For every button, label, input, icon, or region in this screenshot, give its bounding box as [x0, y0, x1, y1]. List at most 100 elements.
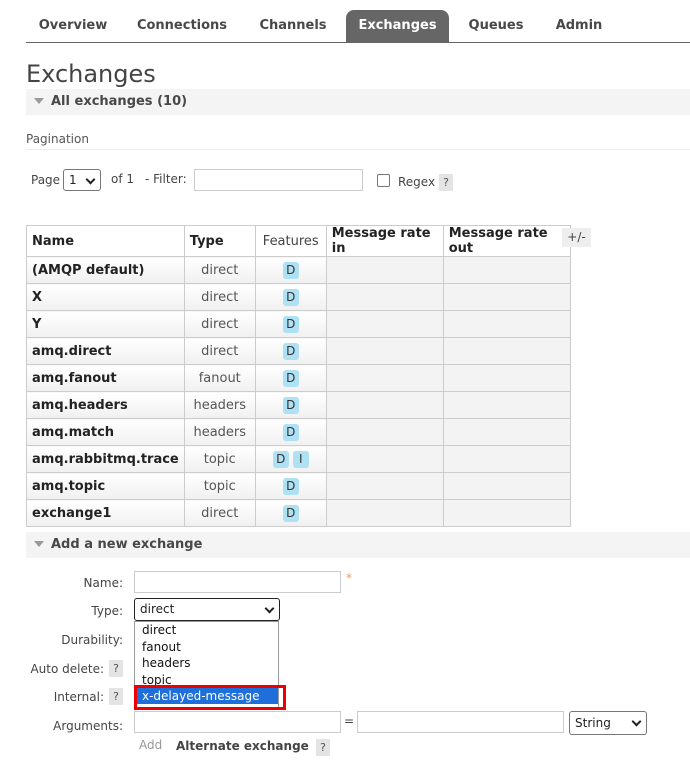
exchange-type: headers	[183, 391, 256, 419]
durable-badge: D	[282, 396, 299, 414]
table-row[interactable]: Xdirect D	[26, 283, 571, 311]
exchange-name-link[interactable]: amq.topic	[26, 472, 185, 500]
header-name[interactable]: Name	[26, 225, 185, 257]
exchange-name-link[interactable]: (AMQP default)	[26, 256, 185, 284]
durable-badge: D	[282, 342, 299, 360]
collapse-arrow-icon	[34, 541, 44, 547]
tab-queues[interactable]: Queues	[458, 10, 534, 42]
exchange-name-input[interactable]	[134, 571, 341, 593]
table-row[interactable]: amq.topic topic D	[26, 472, 571, 500]
required-mark: *	[346, 571, 352, 585]
exchange-type: fanout	[183, 364, 256, 392]
table-row[interactable]: amq.headers headers D	[26, 391, 571, 419]
rate-in-cell	[325, 364, 444, 392]
tab-channels[interactable]: Channels	[248, 10, 338, 42]
header-type[interactable]: Type	[183, 225, 256, 257]
internal-badge: I	[292, 450, 309, 468]
annotation-highlight-box	[134, 685, 286, 710]
exchange-name-link[interactable]: amq.direct	[26, 337, 185, 365]
type-option-headers[interactable]: headers	[142, 655, 191, 671]
pagination-label: Pagination	[26, 132, 89, 146]
page-label: Page	[31, 173, 61, 187]
exchange-name-link[interactable]: amq.match	[26, 418, 185, 446]
features-cell: D	[254, 499, 327, 527]
exchange-name-link[interactable]: amq.rabbitmq.trace	[26, 445, 185, 473]
type-option-fanout[interactable]: fanout	[142, 639, 181, 655]
durable-badge: D	[282, 423, 299, 441]
rate-out-cell	[442, 337, 571, 365]
rate-in-cell	[325, 256, 444, 284]
name-label: Name:	[83, 576, 123, 590]
alternate-exchange-shortcut[interactable]: Alternate exchange	[176, 739, 309, 753]
table-row[interactable]: amq.rabbitmq.trace topic D I	[26, 445, 571, 473]
exchange-type: direct	[183, 283, 256, 311]
page-select[interactable]: 1	[63, 169, 101, 191]
exchange-type: direct	[183, 310, 256, 338]
exchange-name-link[interactable]: X	[26, 283, 185, 311]
table-row[interactable]: Ydirect D	[26, 310, 571, 338]
exchange-name-link[interactable]: Y	[26, 310, 185, 338]
rate-out-cell	[442, 310, 571, 338]
add-exchange-label: Add a new exchange	[51, 537, 203, 552]
tab-exchanges[interactable]: Exchanges	[346, 10, 449, 42]
auto-delete-label: Auto delete:	[30, 662, 104, 676]
durable-badge: D	[282, 261, 299, 279]
exchanges-table: Name Type Features Message rate in Messa…	[26, 225, 571, 527]
rate-out-cell	[442, 256, 571, 284]
internal-help-icon[interactable]: ?	[109, 688, 123, 705]
exchange-name-link[interactable]: exchange1	[26, 499, 185, 527]
durability-label: Durability:	[61, 633, 123, 647]
rate-in-cell	[325, 391, 444, 419]
tab-connections[interactable]: Connections	[126, 10, 238, 42]
table-row[interactable]: amq.match headers D	[26, 418, 571, 446]
argument-type-select[interactable]: String	[569, 711, 647, 735]
exchange-type-select[interactable]: direct	[134, 598, 280, 621]
alternate-exchange-help-icon[interactable]: ?	[316, 739, 330, 756]
durable-badge: D	[282, 477, 299, 495]
exchange-type: headers	[183, 418, 256, 446]
page-select-value: 1	[69, 173, 77, 187]
regex-checkbox[interactable]	[377, 174, 390, 187]
features-cell: D	[254, 310, 327, 338]
chevron-down-icon	[264, 603, 275, 614]
tab-admin[interactable]: Admin	[542, 10, 616, 42]
chevron-down-icon	[85, 174, 96, 185]
filter-label: - Filter:	[145, 172, 187, 186]
rate-in-cell	[325, 283, 444, 311]
rate-out-cell	[442, 364, 571, 392]
exchange-type-value: direct	[140, 602, 175, 616]
all-exchanges-label: All exchanges (10)	[51, 94, 188, 109]
internal-label: Internal:	[53, 690, 104, 704]
filter-input[interactable]	[194, 169, 363, 191]
exchange-type: topic	[183, 445, 256, 473]
exchange-name-link[interactable]: amq.headers	[26, 391, 185, 419]
table-row[interactable]: exchange1 direct D	[26, 499, 571, 527]
exchange-name-link[interactable]: amq.fanout	[26, 364, 185, 392]
table-row[interactable]: amq.direct direct D	[26, 337, 571, 365]
rate-in-cell	[325, 310, 444, 338]
rate-out-cell	[442, 445, 571, 473]
add-argument-link[interactable]: Add	[139, 738, 162, 752]
collapse-arrow-icon	[34, 98, 44, 104]
header-message-rate-in: Message rate in	[325, 225, 444, 257]
features-cell: D	[254, 472, 327, 500]
argument-value-input[interactable]	[357, 711, 564, 733]
type-option-direct[interactable]: direct	[142, 622, 176, 638]
table-row[interactable]: amq.fanout fanout D	[26, 364, 571, 392]
auto-delete-help-icon[interactable]: ?	[109, 660, 123, 677]
features-cell: DI	[254, 445, 327, 473]
features-cell: D	[254, 337, 327, 365]
add-exchange-toggle[interactable]: Add a new exchange	[26, 532, 690, 558]
header-features: Features	[254, 225, 327, 257]
table-header-row: Name Type Features Message rate in Messa…	[26, 225, 571, 257]
rate-in-cell	[325, 445, 444, 473]
divider	[26, 149, 690, 150]
tab-overview[interactable]: Overview	[26, 10, 120, 42]
regex-help-icon[interactable]: ?	[439, 174, 453, 191]
page-title: Exchanges	[26, 60, 156, 88]
all-exchanges-toggle[interactable]: All exchanges (10)	[26, 89, 690, 115]
argument-key-input[interactable]	[134, 711, 341, 733]
header-message-rate-out: Message rate out	[442, 225, 571, 257]
column-toggle-button[interactable]: +/-	[562, 228, 591, 247]
table-row[interactable]: (AMQP default) direct D	[26, 256, 571, 284]
